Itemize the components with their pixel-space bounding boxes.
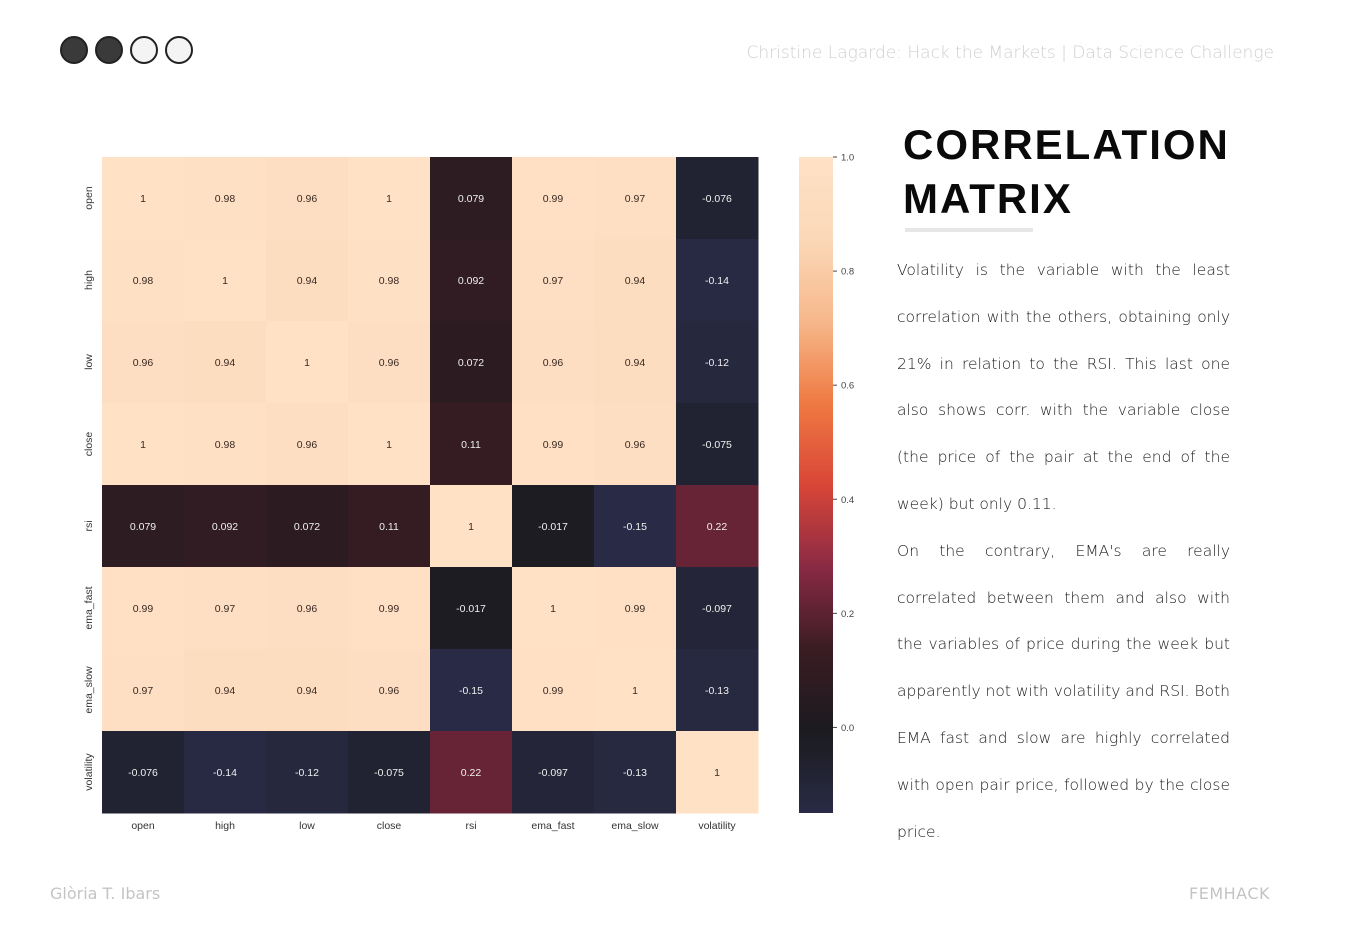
- cell-value-label: 0.96: [379, 357, 400, 369]
- y-tick-label: open: [83, 186, 95, 210]
- colorbar-tick-label: 0.8: [841, 267, 854, 278]
- cell-value-label: 0.98: [215, 439, 236, 451]
- cell-value-label: 0.96: [297, 193, 318, 205]
- cell-value-label: -0.14: [705, 275, 729, 287]
- cell-value-label: -0.15: [623, 521, 647, 533]
- cell-value-label: 0.96: [379, 685, 400, 697]
- footer-author: Glòria T. Ibars: [50, 884, 161, 903]
- cell-value-label: -0.017: [538, 521, 568, 533]
- x-tick-label: close: [377, 820, 402, 832]
- cell-value-label: 1: [714, 767, 720, 779]
- cell-value-label: 0.94: [625, 357, 646, 369]
- x-tick-label: open: [131, 820, 155, 832]
- cell-value-label: -0.076: [128, 767, 158, 779]
- cell-value-label: 0.079: [130, 521, 156, 533]
- y-tick-label: ema_slow: [83, 666, 95, 714]
- cell-value-label: 1: [550, 603, 556, 615]
- cell-value-label: 0.94: [297, 275, 318, 287]
- cell-value-label: 0.96: [543, 357, 564, 369]
- heading-line-2: MATRIX: [903, 175, 1073, 222]
- cell-value-label: -0.14: [213, 767, 237, 779]
- cell-value-label: 0.11: [379, 521, 399, 533]
- cell-value-label: 0.94: [625, 275, 646, 287]
- cell-value-label: 0.072: [294, 521, 320, 533]
- cell-value-label: -0.017: [456, 603, 486, 615]
- x-tick-label: ema_fast: [531, 820, 574, 832]
- x-tick-label: rsi: [465, 820, 476, 832]
- cell-value-label: 0.98: [215, 193, 236, 205]
- colorbar-tick-label: 0.0: [841, 723, 854, 734]
- colorbar-tick-label: 1.0: [841, 153, 854, 164]
- cell-value-label: -0.15: [459, 685, 483, 697]
- colorbar-tick-label: 0.4: [841, 495, 854, 506]
- cell-value-label: 0.072: [458, 357, 484, 369]
- cell-value-label: 1: [140, 439, 146, 451]
- cell-value-label: 0.092: [212, 521, 238, 533]
- body-paragraph-2: On the contrary, EMA's are really correl…: [897, 541, 1230, 841]
- slide-heading: CORRELATION MATRIX: [903, 118, 1230, 226]
- cell-value-label: 0.99: [543, 439, 564, 451]
- cell-value-label: 0.96: [133, 357, 154, 369]
- correlation-heatmap: 1 0.98 0.96 1 0.079 0.99 0.97 -0.076 0.98 1 0.94 0.…: [83, 153, 854, 833]
- cell-value-label: -0.097: [702, 603, 732, 615]
- cell-value-label: 1: [468, 521, 474, 533]
- y-tick-label: close: [83, 432, 95, 457]
- cell-value-label: 0.97: [625, 193, 646, 205]
- cell-value-label: -0.097: [538, 767, 568, 779]
- cell-value-label: -0.12: [705, 357, 729, 369]
- y-tick-label: low: [83, 354, 95, 370]
- cell-value-label: 0.96: [625, 439, 646, 451]
- cell-value-label: 0.092: [458, 275, 484, 287]
- footer-brand: FEMHACK: [1189, 884, 1270, 903]
- cell-value-label: -0.076: [702, 193, 732, 205]
- cell-value-label: 1: [632, 685, 638, 697]
- cell-value-label: 0.079: [458, 193, 484, 205]
- cell-value-label: 0.99: [543, 685, 564, 697]
- slide-body: Volatility is the variable with the leas…: [897, 247, 1230, 855]
- colorbar-tick-label: 0.6: [841, 381, 854, 392]
- cell-value-label: 0.98: [379, 275, 400, 287]
- cell-value-label: 1: [222, 275, 228, 287]
- cell-value-label: 0.22: [707, 521, 728, 533]
- heading-underline: [905, 228, 1033, 232]
- colorbar-tick-label: 0.2: [841, 609, 854, 620]
- cell-value-label: 0.22: [461, 767, 482, 779]
- y-tick-label: rsi: [83, 520, 95, 531]
- cell-value-label: 0.98: [133, 275, 154, 287]
- cell-value-label: -0.075: [374, 767, 404, 779]
- cell-value-label: 0.96: [297, 439, 318, 451]
- colorbar: [799, 157, 833, 813]
- cell-value-label: 0.97: [543, 275, 564, 287]
- cell-value-label: 0.97: [215, 603, 236, 615]
- heading-line-1: CORRELATION: [903, 121, 1230, 168]
- cell-value-label: 1: [386, 439, 392, 451]
- cell-value-label: 1: [386, 193, 392, 205]
- cell-value-label: -0.13: [705, 685, 729, 697]
- cell-value-label: -0.075: [702, 439, 732, 451]
- cell-value-label: 1: [140, 193, 146, 205]
- cell-value-label: 0.96: [297, 603, 318, 615]
- cell-value-label: 0.99: [543, 193, 564, 205]
- cell-value-label: 0.94: [215, 685, 236, 697]
- cell-value-label: -0.12: [295, 767, 319, 779]
- cell-value-label: -0.13: [623, 767, 647, 779]
- x-tick-label: low: [299, 820, 315, 832]
- cell-value-label: 0.99: [625, 603, 646, 615]
- cell-value-label: 0.94: [297, 685, 318, 697]
- cell-value-label: 0.94: [215, 357, 236, 369]
- y-tick-label: high: [83, 270, 95, 290]
- x-tick-label: volatility: [698, 820, 736, 832]
- cell-value-label: 0.97: [133, 685, 154, 697]
- cell-value-label: 0.99: [379, 603, 400, 615]
- y-tick-label: ema_fast: [83, 586, 95, 629]
- body-paragraph-1: Volatility is the variable with the leas…: [897, 261, 1230, 513]
- x-tick-label: ema_slow: [611, 820, 659, 832]
- cell-value-label: 0.11: [461, 439, 481, 451]
- cell-value-label: 1: [304, 357, 310, 369]
- cell-value-label: 0.99: [133, 603, 154, 615]
- x-tick-label: high: [215, 820, 235, 832]
- y-tick-label: volatility: [83, 753, 95, 791]
